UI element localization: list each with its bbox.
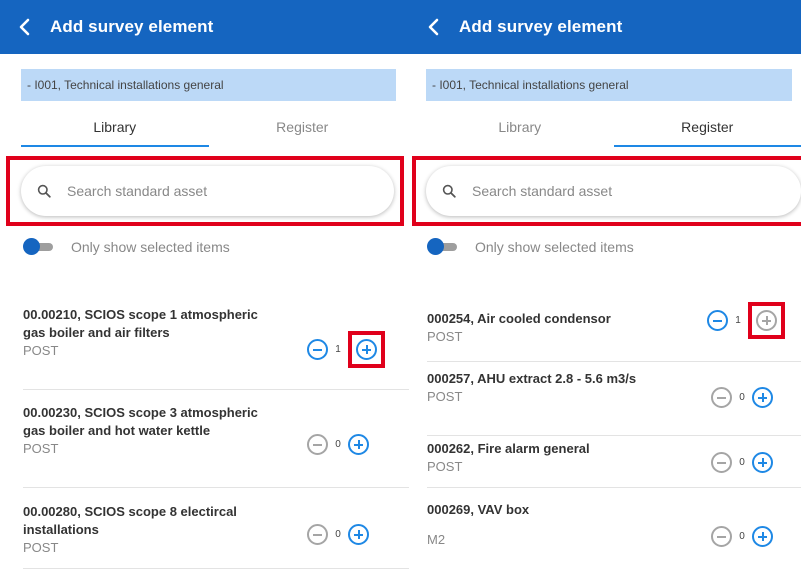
item-count: 0 [739,392,745,403]
search-bar[interactable] [21,166,394,216]
tab-library[interactable]: Library [21,107,209,147]
item-title: 000262, Fire alarm general [427,441,590,456]
toggle-knob [427,238,444,255]
page-title: Add survey element [50,17,214,36]
item-count: 0 [739,457,745,468]
item-count: 1 [335,344,341,355]
item-title: 000269, VAV box [427,502,530,517]
item-title: 00.00210, SCIOS scope 1 atmospheric gas … [23,307,258,340]
search-bar[interactable] [426,166,801,216]
context-label: - I001, Technical installations general [426,69,792,101]
left-screen: Add survey element - I001, Technical ins… [0,0,409,573]
plus-highlight-box [348,331,385,368]
item-title: 00.00280, SCIOS scope 8 electircal insta… [23,504,237,537]
minus-circle-icon[interactable] [711,387,732,408]
minus-circle-icon[interactable] [711,526,732,547]
quantity-stepper: 1 [707,302,785,339]
quantity-stepper: 1 [307,331,385,368]
plus-highlight-box [748,302,785,339]
minus-circle-icon[interactable] [307,339,328,360]
plus-circle-icon[interactable] [752,452,773,473]
toggle-knob [23,238,40,255]
page-title: Add survey element [459,17,623,36]
minus-circle-icon[interactable] [707,310,728,331]
search-icon [37,183,53,199]
quantity-stepper: 0 [307,524,369,545]
item-count: 0 [335,529,341,540]
plus-circle-icon[interactable] [348,524,369,545]
tab-bar: Library Register [21,107,396,147]
tab-library[interactable]: Library [426,107,614,147]
item-count: 1 [735,315,741,326]
item-title: 00.00230, SCIOS scope 3 atmospheric gas … [23,405,258,438]
quantity-stepper: 0 [307,434,369,455]
context-label: - I001, Technical installations general [21,69,396,101]
minus-circle-icon[interactable] [307,524,328,545]
tab-register[interactable]: Register [613,107,801,147]
plus-circle-icon[interactable] [756,310,777,331]
right-screen: Add survey element - I001, Technical ins… [409,0,801,573]
back-chevron-icon[interactable] [18,15,36,39]
plus-circle-icon[interactable] [348,434,369,455]
selected-items-toggle[interactable] [427,238,457,256]
quantity-stepper: 0 [711,526,773,547]
app-bar: Add survey element [0,0,409,54]
plus-circle-icon[interactable] [356,339,377,360]
minus-circle-icon[interactable] [307,434,328,455]
search-input[interactable] [472,183,712,199]
plus-circle-icon[interactable] [752,526,773,547]
tab-bar: Library Register [426,107,801,147]
item-title: 000257, AHU extract 2.8 - 5.6 m3/s [427,371,637,386]
item-count: 0 [739,531,745,542]
item-title: 000254, Air cooled condensor [427,311,611,326]
item-count: 0 [335,439,341,450]
toggle-label: Only show selected items [71,239,230,255]
back-chevron-icon[interactable] [427,15,445,39]
quantity-stepper: 0 [711,452,773,473]
selected-items-toggle-row: Only show selected items [23,238,230,256]
app-bar: Add survey element [409,0,801,54]
toggle-label: Only show selected items [475,239,634,255]
selected-items-toggle[interactable] [23,238,53,256]
search-icon [442,183,458,199]
search-input[interactable] [67,183,307,199]
selected-items-toggle-row: Only show selected items [427,238,634,256]
minus-circle-icon[interactable] [711,452,732,473]
tab-register[interactable]: Register [209,107,397,147]
quantity-stepper: 0 [711,387,773,408]
plus-circle-icon[interactable] [752,387,773,408]
